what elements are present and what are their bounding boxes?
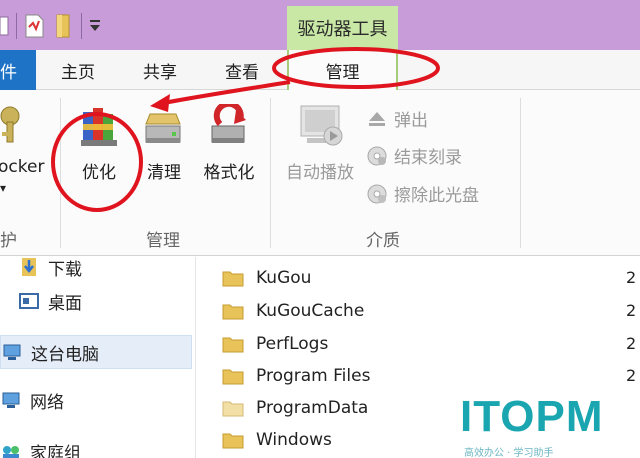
tab-file[interactable]: 件 (0, 50, 36, 90)
download-icon (18, 257, 40, 277)
eject-button: 弹出 (366, 106, 428, 131)
folder-icon (222, 271, 244, 287)
file-name: KuGouCache (256, 301, 365, 321)
finish-burning-label: 结束刻录 (394, 148, 462, 168)
drive-tools-context-label: 驱动器工具 (287, 6, 398, 50)
bitlocker-label: ocker (0, 157, 45, 177)
file-row-program-files[interactable]: Program Files (222, 362, 370, 390)
folder-icon[interactable] (53, 13, 75, 39)
file-row-windows[interactable]: Windows (222, 426, 332, 454)
watermark-subtext: 高效办公 · 学习助手 (464, 448, 554, 458)
file-row-programdata[interactable]: ProgramData (222, 394, 368, 422)
folder-icon (222, 369, 244, 385)
network-icon (0, 390, 22, 410)
protect-group-label: 护 (0, 231, 17, 251)
optimize-icon (77, 104, 121, 154)
tab-manage[interactable]: 管理 (287, 50, 398, 91)
autoplay-label: 自动播放 (286, 163, 354, 183)
file-row-perflogs[interactable]: PerfLogs (222, 330, 328, 358)
cleanup-button[interactable]: 清理 (140, 108, 188, 183)
document-icon[interactable] (23, 13, 45, 39)
file-name: KuGou (256, 268, 312, 288)
watermark-logo: ITOPM (460, 392, 604, 441)
file-date: 2 (626, 366, 637, 385)
format-icon (206, 100, 252, 154)
format-button[interactable]: 格式化 (200, 100, 258, 183)
nav-item-label: 这台电脑 (31, 344, 99, 365)
file-name: Program Files (256, 366, 371, 386)
key-icon (0, 104, 30, 152)
cleanup-label: 清理 (147, 163, 181, 183)
quick-access-separator (81, 13, 82, 39)
nav-item-this-pc[interactable]: 这台电脑 (0, 335, 192, 369)
group-separator (270, 98, 271, 248)
nav-item-desktop[interactable]: 桌面 (18, 286, 82, 316)
file-date: 2 (626, 334, 637, 353)
file-date: 2 (626, 268, 637, 287)
nav-item-label: 网络 (30, 392, 64, 413)
finish-burning-button: 结束刻录 (366, 143, 462, 168)
folder-icon (222, 337, 244, 353)
quick-access-separator (16, 13, 17, 39)
format-label: 格式化 (203, 163, 255, 183)
group-separator (60, 98, 61, 248)
tab-view[interactable]: 查看 (206, 50, 278, 90)
folder-icon (222, 433, 244, 449)
disc-erase-icon (366, 183, 388, 205)
computer-icon (1, 342, 23, 362)
cleanup-icon (142, 108, 186, 154)
erase-disc-label: 擦除此光盘 (394, 186, 479, 206)
nav-item-label: 桌面 (48, 293, 82, 314)
eject-icon (366, 108, 388, 130)
dropdown-icon[interactable] (88, 16, 102, 36)
optimize-label: 优化 (82, 163, 116, 183)
file-date: 2 (626, 301, 637, 320)
file-row-kugoucache[interactable]: KuGouCache (222, 297, 364, 325)
desktop-icon (18, 291, 40, 311)
autoplay-icon (295, 102, 345, 154)
nav-item-label: 下载 (48, 259, 82, 280)
erase-disc-button: 擦除此光盘 (366, 181, 479, 206)
nav-item-label: 家庭组 (30, 443, 81, 458)
manage-group-label: 管理 (146, 231, 180, 251)
file-name: PerfLogs (256, 334, 329, 354)
eject-label: 弹出 (394, 111, 428, 131)
folder-icon (222, 304, 244, 320)
nav-item-network[interactable]: 网络 (0, 385, 64, 415)
media-group-label: 介质 (366, 231, 400, 251)
quick-access-toolbar (0, 8, 102, 44)
autoplay-button: 自动播放 (280, 102, 360, 183)
file-name: ProgramData (256, 398, 369, 418)
group-separator (520, 98, 521, 248)
folder-icon (222, 401, 244, 417)
file-row-kugou[interactable]: KuGou (222, 264, 311, 292)
optimize-button[interactable]: 优化 (74, 104, 124, 183)
nav-item-downloads[interactable]: 下载 (18, 252, 82, 282)
nav-item-homegroup[interactable]: 家庭组 (0, 436, 81, 458)
homegroup-icon (0, 441, 22, 458)
bitlocker-dropdown-arrow[interactable]: ▾ (0, 181, 6, 195)
check-icon[interactable] (0, 15, 10, 37)
bitlocker-button[interactable] (0, 104, 30, 152)
file-name: Windows (256, 430, 332, 450)
tab-home[interactable]: 主页 (42, 50, 114, 90)
tab-share[interactable]: 共享 (124, 50, 196, 90)
disc-burn-icon (366, 145, 388, 167)
